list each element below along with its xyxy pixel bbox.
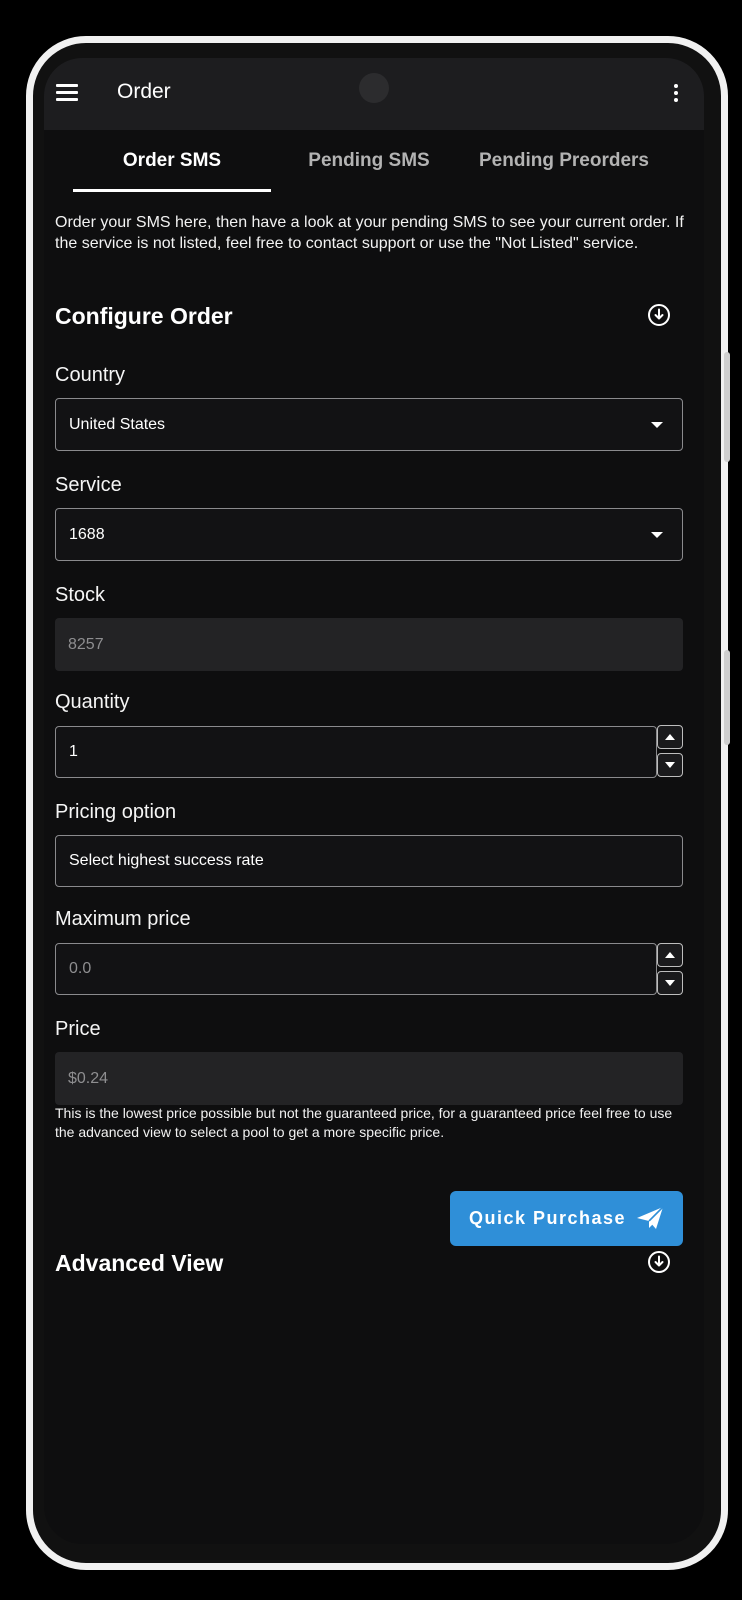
service-value: 1688 xyxy=(69,526,105,543)
quantity-label: Quantity xyxy=(55,691,130,713)
arrow-down-icon xyxy=(665,762,675,768)
maximum-price-increment-button[interactable] xyxy=(657,943,683,967)
app-bar: Order xyxy=(44,58,704,130)
service-label: Service xyxy=(55,474,122,496)
arrow-up-icon xyxy=(665,734,675,740)
caret-down-icon xyxy=(651,422,663,428)
phone-side-button xyxy=(724,650,730,745)
paper-plane-icon xyxy=(637,1206,664,1229)
maximum-price-input[interactable]: 0.0 xyxy=(55,943,657,995)
page-title: Order xyxy=(117,80,171,103)
price-field: $0.24 xyxy=(55,1052,683,1105)
configure-order-title[interactable]: Configure Order xyxy=(55,303,233,330)
tab-pending-preorders[interactable]: Pending Preorders xyxy=(469,150,659,180)
arrow-down-icon xyxy=(665,980,675,986)
country-value: United States xyxy=(69,416,166,433)
service-select[interactable]: 1688 xyxy=(55,508,683,561)
price-note: This is the lowest price possible but no… xyxy=(55,1105,673,1140)
maximum-price-label: Maximum price xyxy=(55,908,191,930)
advanced-view-title[interactable]: Advanced View xyxy=(55,1250,223,1277)
pricing-option-select[interactable]: Select highest success rate xyxy=(55,835,683,887)
front-camera xyxy=(359,73,389,103)
intro-text: Order your SMS here, then have a look at… xyxy=(55,214,684,252)
tab-pending-sms[interactable]: Pending SMS xyxy=(269,150,469,180)
stock-label: Stock xyxy=(55,584,106,606)
app-screen: Order Order SMS Pending SMS Pending Preo… xyxy=(44,58,704,1544)
arrow-up-icon xyxy=(665,952,675,958)
pricing-option-label: Pricing option xyxy=(55,801,177,823)
tab-order-sms[interactable]: Order SMS xyxy=(73,150,271,180)
active-tab-indicator xyxy=(73,189,271,192)
country-select[interactable]: United States xyxy=(55,398,683,451)
price-label: Price xyxy=(55,1018,101,1040)
circle-arrow-down-icon[interactable] xyxy=(647,303,671,327)
quick-purchase-button[interactable]: Quick Purchase xyxy=(450,1191,683,1246)
more-vertical-icon[interactable] xyxy=(674,84,678,104)
country-label: Country xyxy=(55,364,126,386)
quick-purchase-label: Quick Purchase xyxy=(469,1208,627,1228)
quantity-decrement-button[interactable] xyxy=(657,753,683,777)
stock-field: 8257 xyxy=(55,618,683,671)
hamburger-menu-icon[interactable] xyxy=(56,84,78,102)
quantity-increment-button[interactable] xyxy=(657,725,683,749)
maximum-price-decrement-button[interactable] xyxy=(657,971,683,995)
caret-down-icon xyxy=(651,532,663,538)
quantity-input[interactable]: 1 xyxy=(55,726,657,778)
circle-arrow-down-icon[interactable] xyxy=(647,1250,671,1274)
phone-side-button xyxy=(724,352,730,462)
